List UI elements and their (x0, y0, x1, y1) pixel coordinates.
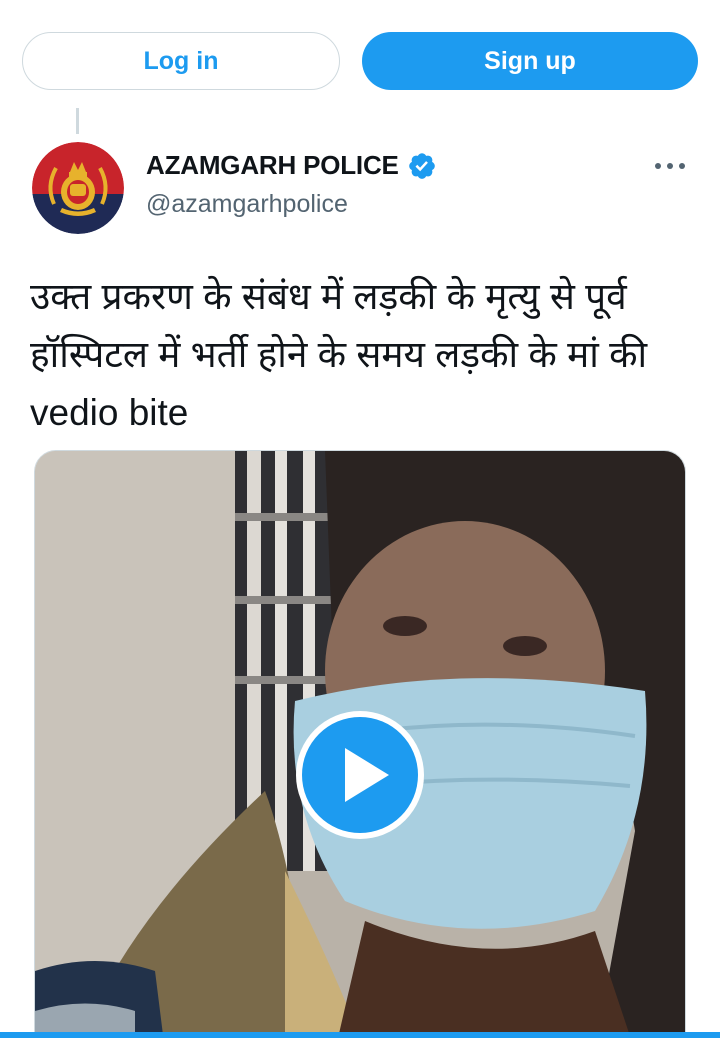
login-button[interactable]: Log in (22, 32, 340, 90)
tweet-text: उक्त प्रकरण के संबंध में लड़की के मृत्यु… (30, 276, 648, 433)
police-emblem-avatar-image (32, 142, 124, 234)
signup-button-label: Sign up (484, 46, 576, 75)
play-icon[interactable] (293, 708, 427, 842)
author-name-row[interactable]: AZAMGARH POLICE (146, 150, 437, 181)
more-horizontal-icon[interactable] (652, 154, 688, 178)
bottom-accent-bar (0, 1032, 720, 1038)
tweet-page: Log in Sign up AZAMGARH POLICE @azamgarh… (0, 0, 720, 1038)
avatar[interactable] (32, 142, 124, 234)
author-name[interactable]: AZAMGARH POLICE (146, 150, 399, 181)
verified-badge-icon (408, 152, 435, 179)
thread-connector-line (76, 108, 79, 134)
author-handle[interactable]: @azamgarhpolice (146, 190, 348, 219)
login-button-label: Log in (143, 46, 219, 75)
signup-button[interactable]: Sign up (362, 32, 698, 90)
